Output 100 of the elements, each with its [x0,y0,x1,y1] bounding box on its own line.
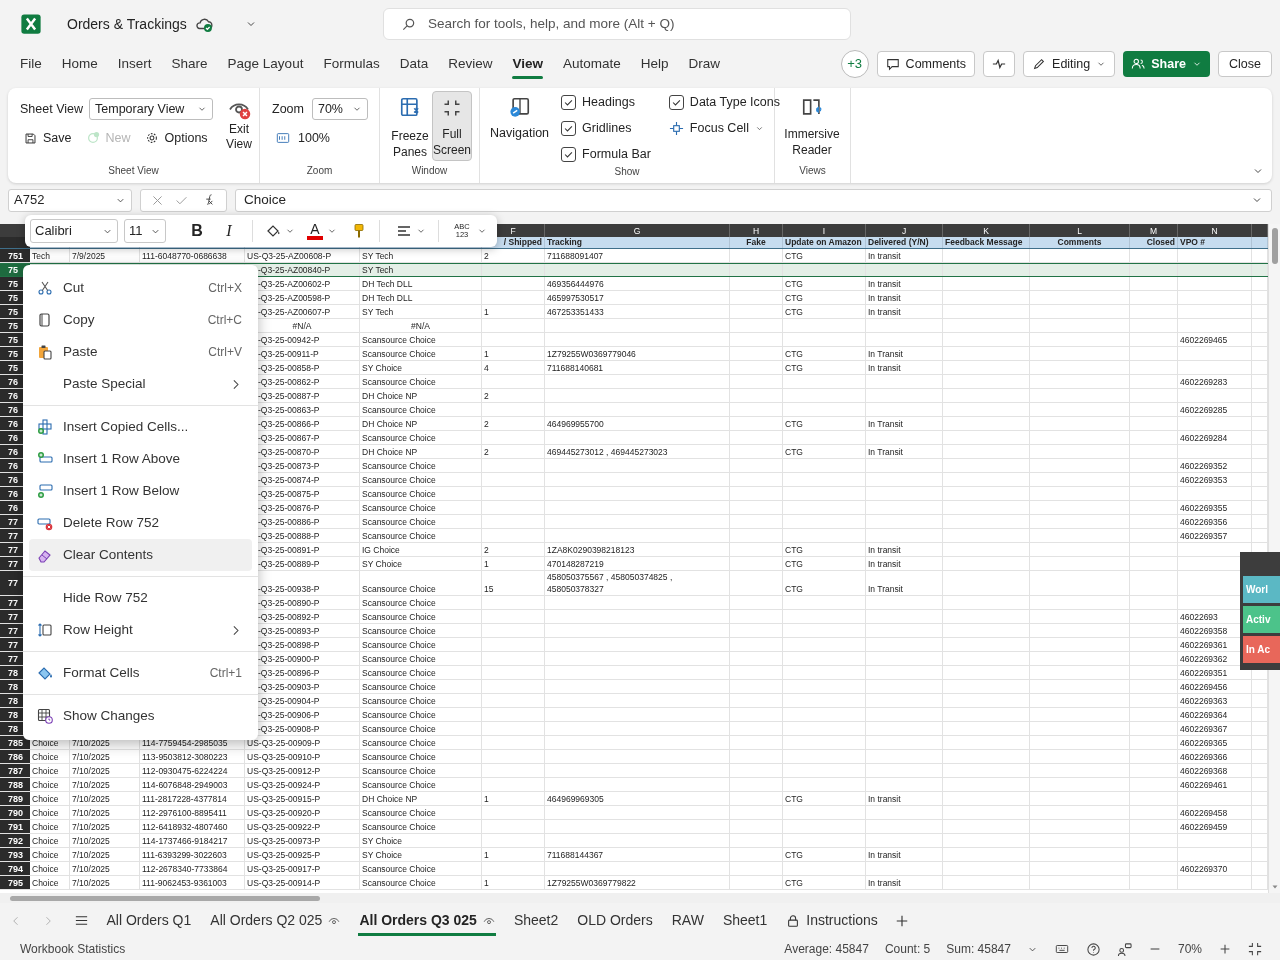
table-cell: CTG [785,446,803,458]
table-cell: 4602269363 [1180,695,1228,707]
table-cell: 7/10/2025 [72,849,110,861]
table-cell: CTG [785,306,803,318]
table-cell: SY Tech [362,306,394,318]
table-cell: 2 [484,250,489,262]
table-cell: -Q3-25-00893-P [258,625,320,637]
table-cell: -Q3-25-00858-P [258,362,320,374]
table-cell: -Q3-25-00906-P [258,709,320,721]
table-cell: CTG [785,544,803,556]
table-cell: In Transit [868,446,903,458]
table-cell: Choice [32,821,59,833]
table-cell: 4602269465 [1180,334,1228,346]
table-cell: Scansource Choice [362,348,436,360]
table-cell: 7/9/2025 [72,250,106,262]
column-header: Tracking [547,237,582,248]
table-cell: 4602269459 [1180,821,1228,833]
table-cell: CTG [785,877,803,889]
table-cell: In transit [868,558,901,570]
table-cell: -Q3-25-00908-P [258,723,320,735]
column-header: Closed [1146,237,1175,248]
table-cell: 7/10/2025 [72,779,110,791]
table-cell: DH Tech DLL [362,278,413,290]
table-cell: US-Q3-25-00925-P [247,849,321,861]
table-cell: Choice [32,835,59,847]
table-cell: Scansource Choice [362,751,436,763]
table-cell: Scansource Choice [362,625,436,637]
table-cell: Scansource Choice [362,597,436,609]
table-cell: Scansource Choice [362,863,436,875]
table-cell: 4602269364 [1180,709,1228,721]
table-cell: Scansource Choice [362,807,436,819]
table-cell: IG Choice [362,544,400,556]
table-cell: 112-0930475-6224224 [142,765,228,777]
table-cell: 114-7759454-2985035 [142,737,228,749]
table-cell: 7/10/2025 [72,765,110,777]
table-cell: US-Q3-25-AZ00608-P [247,250,332,262]
table-cell: -Q3-25-00896-P [258,667,320,679]
table-cell: -Q3-25-00900-P [258,653,320,665]
table-cell: 4602269362 [1180,653,1228,665]
table-cell: 465997530517 [547,292,604,304]
table-cell: Choice [32,751,59,763]
table-cell: 2 [484,390,489,402]
table-cell: In transit [868,544,901,556]
table-cell: #N/A [292,320,312,332]
table-cell: Scansource Choice [362,765,436,777]
table-cell: Scansource Choice [362,695,436,707]
table-cell: 112-2976100-8895411 [142,807,227,819]
table-cell: 1ZA8K0290398218123 [547,544,635,556]
table-cell: 1 [484,849,489,861]
table-cell: 111-2817228-4377814 [142,793,227,805]
table-cell: Scansource Choice [362,474,436,486]
table-cell: 7/10/2025 [72,863,110,875]
table-cell: 1 [484,793,489,805]
zoom-level: 70% [1177,941,1202,958]
table-cell: 111-9062453-9361003 [142,877,227,889]
table-cell: SY Choice [362,362,402,374]
table-cell: 4602269357 [1180,530,1228,542]
group-label: Window [410,164,449,178]
table-cell: Scansource Choice [362,667,436,679]
table-cell: CTG [785,250,803,262]
table-cell: -Q3-25-AZ00840-P [258,264,331,276]
table-cell: Scansource Choice [362,639,436,651]
table-cell: SY Choice [362,558,402,570]
table-cell: Scansource Choice [362,488,436,500]
table-cell: 2 [484,544,489,556]
table-cell: -Q3-25-00888-P [258,530,320,542]
table-cell: 111-6048770-0686638 [142,250,227,262]
table-cell: -Q3-25-00866-P [258,418,320,430]
table-cell: 7/10/2025 [72,807,110,819]
table-cell: -Q3-25-AZ00598-P [258,292,331,304]
table-cell: Scansource Choice [362,460,436,472]
table-cell: SY Choice [362,849,402,861]
table-cell: 4602269351 [1180,667,1228,679]
table-cell: -Q3-25-00892-P [258,611,320,623]
table-cell: In transit [868,793,901,805]
table-cell: 711688140681 [547,362,604,374]
table-cell: Scansource Choice [362,502,436,514]
group-label: Zoom [305,164,334,178]
table-cell: 112-2678340-7733864 [142,863,228,875]
table-cell: 4602269283 [1180,376,1228,388]
table-cell: -Q3-25-00898-P [258,639,320,651]
table-cell: -Q3-25-00875-P [258,488,320,500]
table-cell: Choice [32,779,59,791]
table-cell: In transit [868,362,901,374]
table-cell: US-Q3-25-00910-P [247,751,321,763]
status-stat: Sum: 45847 [946,941,1011,958]
column-header: Delivered (Y/N) [868,237,929,248]
table-cell: -Q3-25-00942-P [258,334,320,346]
table-cell: -Q3-25-00903-P [258,681,320,693]
table-cell: 467253351433 [547,306,604,318]
table-cell: 4602269461 [1180,779,1228,791]
table-cell: CTG [785,558,803,570]
table-cell: -Q3-25-00867-P [258,432,320,444]
column-header: Feedback Message [945,237,1023,248]
table-cell: In transit [868,250,901,262]
table-cell: 4602269358 [1180,625,1228,637]
table-cell: Scansource Choice [362,737,436,749]
column-header: / Shipped [503,237,542,248]
table-cell: -Q3-25-AZ00607-P [258,306,331,318]
table-cell: Scansource Choice [362,611,436,623]
